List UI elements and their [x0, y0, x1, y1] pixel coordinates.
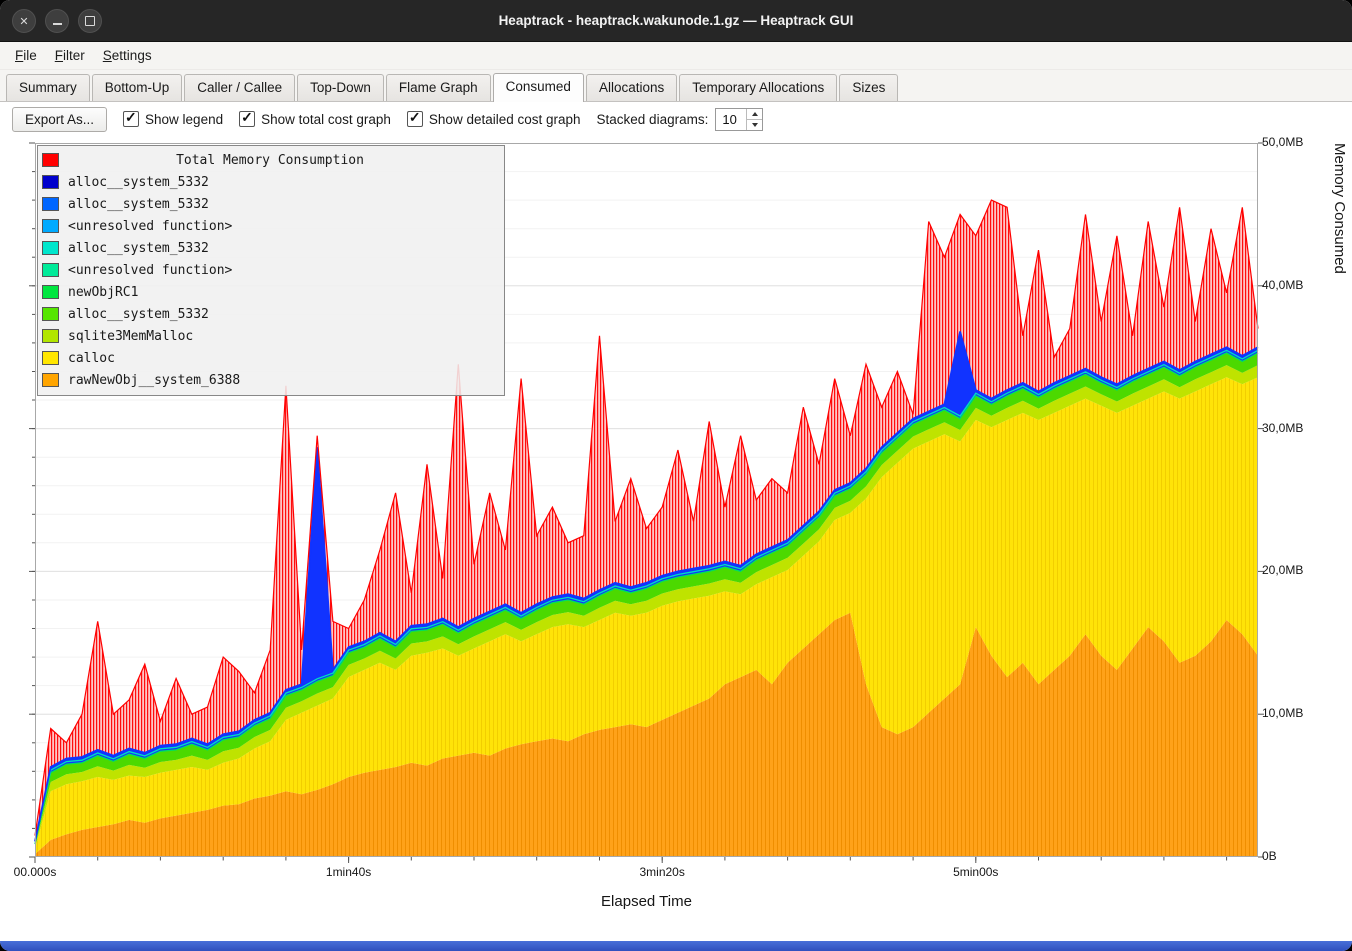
maximize-icon [85, 16, 95, 26]
spinner-value[interactable]: 10 [716, 109, 746, 130]
tab-consumed[interactable]: Consumed [493, 73, 584, 102]
x-axis-title: Elapsed Time [35, 893, 1258, 910]
x-axis-tick-label: 3min20s [617, 865, 707, 879]
legend-swatch [42, 329, 59, 343]
y-axis-tick-label: 40,0MB [1262, 278, 1303, 292]
legend-item: alloc__system_5332 [42, 171, 498, 193]
legend-item-label: calloc [68, 351, 115, 366]
stacked-diagrams-spinner[interactable]: 10 [715, 108, 763, 131]
show-detailed-cost-graph-checkbox[interactable]: Show detailed cost graph [407, 111, 581, 127]
toolbar: Export As... Show legend Show total cost… [0, 102, 1352, 136]
checkbox-checked-icon [407, 111, 423, 127]
y-axis-labels: 50,0MB 40,0MB 30,0MB 20,0MB 10,0MB 0B [1262, 136, 1334, 866]
y-axis-tick-label: 30,0MB [1262, 421, 1303, 435]
tab-bottom-up[interactable]: Bottom-Up [92, 74, 183, 101]
legend-swatch [42, 373, 59, 387]
legend-item: alloc__system_5332 [42, 303, 498, 325]
legend-item: rawNewObj__system_6388 [42, 369, 498, 391]
menu-filter[interactable]: Filter [46, 45, 94, 66]
legend-item-label: alloc__system_5332 [68, 175, 209, 190]
maximize-button[interactable] [78, 9, 102, 33]
close-icon [19, 12, 28, 30]
legend-swatch [42, 351, 59, 365]
window-controls [12, 0, 102, 41]
spin-up-button[interactable] [747, 109, 762, 120]
legend-item: calloc [42, 347, 498, 369]
tab-sizes[interactable]: Sizes [839, 74, 898, 101]
show-total-cost-graph-checkbox[interactable]: Show total cost graph [239, 111, 391, 127]
minimize-icon [53, 17, 62, 25]
legend-item-label: <unresolved function> [68, 263, 232, 278]
tab-temporary-allocations[interactable]: Temporary Allocations [679, 74, 837, 101]
y-axis-tick-label: 20,0MB [1262, 563, 1303, 577]
heaptrack-window: Heaptrack - heaptrack.wakunode.1.gz — He… [0, 0, 1352, 951]
checkbox-checked-icon [123, 111, 139, 127]
show-legend-checkbox[interactable]: Show legend [123, 111, 223, 127]
legend-swatch [42, 263, 59, 277]
close-button[interactable] [12, 9, 36, 33]
tab-bar: Summary Bottom-Up Caller / Callee Top-Do… [0, 70, 1352, 102]
minimize-button[interactable] [45, 9, 69, 33]
legend-item: sqlite3MemMalloc [42, 325, 498, 347]
tab-top-down[interactable]: Top-Down [297, 74, 384, 101]
chart-area: Total Memory Consumption alloc__system_5… [0, 136, 1352, 941]
memory-consumption-plot[interactable]: Total Memory Consumption alloc__system_5… [35, 143, 1258, 857]
y-axis-tick-label: 50,0MB [1262, 135, 1303, 149]
spinner-buttons [746, 109, 762, 130]
legend-swatch [42, 175, 59, 189]
checkbox-label: Show detailed cost graph [429, 112, 581, 127]
legend-item-label: rawNewObj__system_6388 [68, 373, 240, 388]
legend-title-row: Total Memory Consumption [42, 149, 498, 171]
tab-caller-callee[interactable]: Caller / Callee [184, 74, 295, 101]
x-axis-tick-label: 1min40s [304, 865, 394, 879]
stacked-diagrams-control: Stacked diagrams: 10 [597, 108, 764, 131]
tab-summary[interactable]: Summary [6, 74, 90, 101]
legend-item-label: sqlite3MemMalloc [68, 329, 193, 344]
title-bar: Heaptrack - heaptrack.wakunode.1.gz — He… [0, 0, 1352, 42]
spin-down-icon [752, 123, 758, 127]
legend-item: <unresolved function> [42, 215, 498, 237]
y-axis-title: Memory Consumed [1331, 143, 1348, 857]
menu-file[interactable]: File [6, 45, 46, 66]
menu-settings[interactable]: Settings [94, 45, 161, 66]
y-axis-tick-label: 0B [1262, 849, 1277, 863]
window-title: Heaptrack - heaptrack.wakunode.1.gz — He… [0, 0, 1352, 41]
legend-swatch [42, 285, 59, 299]
legend-item-label: alloc__system_5332 [68, 197, 209, 212]
checkbox-label: Show legend [145, 112, 223, 127]
chart-legend: Total Memory Consumption alloc__system_5… [37, 145, 505, 396]
stacked-diagrams-label: Stacked diagrams: [597, 112, 709, 127]
legend-item-label: newObjRC1 [68, 285, 138, 300]
y-axis-tick-label: 10,0MB [1262, 706, 1303, 720]
legend-item-label: <unresolved function> [68, 219, 232, 234]
legend-swatch [42, 153, 59, 167]
legend-item: alloc__system_5332 [42, 237, 498, 259]
bottom-bar [0, 941, 1352, 951]
checkbox-label: Show total cost graph [261, 112, 391, 127]
spin-down-button[interactable] [747, 120, 762, 130]
legend-item: newObjRC1 [42, 281, 498, 303]
legend-swatch [42, 219, 59, 233]
legend-title: Total Memory Consumption [68, 153, 472, 168]
x-axis-tick-label: 00.000s [0, 865, 80, 879]
x-axis-tick-label: 5min00s [931, 865, 1021, 879]
menu-bar: File Filter Settings [0, 42, 1352, 70]
checkbox-checked-icon [239, 111, 255, 127]
tab-allocations[interactable]: Allocations [586, 74, 677, 101]
legend-item-label: alloc__system_5332 [68, 241, 209, 256]
legend-swatch [42, 197, 59, 211]
spin-up-icon [752, 112, 758, 116]
legend-item: <unresolved function> [42, 259, 498, 281]
legend-item: alloc__system_5332 [42, 193, 498, 215]
legend-item-label: alloc__system_5332 [68, 307, 209, 322]
legend-swatch [42, 241, 59, 255]
tab-flame-graph[interactable]: Flame Graph [386, 74, 491, 101]
export-as-button[interactable]: Export As... [12, 107, 107, 132]
legend-swatch [42, 307, 59, 321]
